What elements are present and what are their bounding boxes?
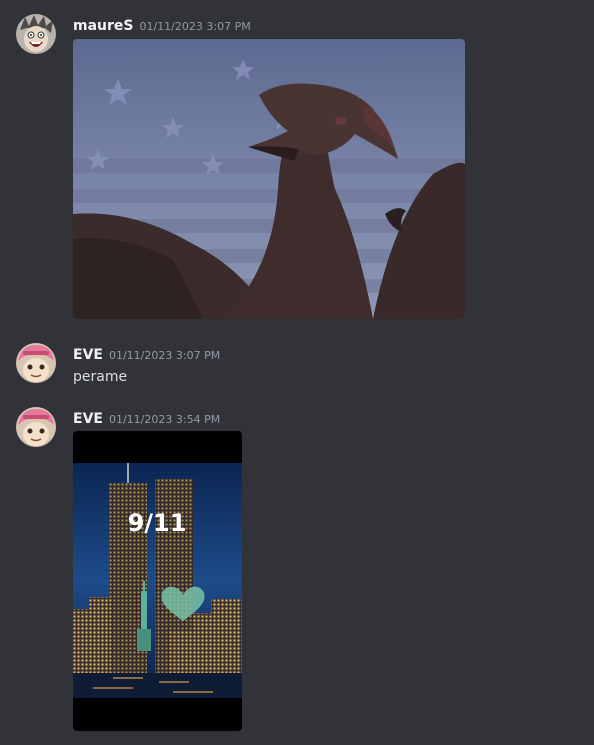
message-header: EVE 01/11/2023 3:07 PM xyxy=(73,343,220,365)
message-header: maureS 01/11/2023 3:07 PM xyxy=(73,14,251,36)
pink-hair-avatar-icon xyxy=(16,407,56,447)
pink-hair-avatar-icon xyxy=(16,343,56,383)
avatar[interactable] xyxy=(16,343,56,383)
anime-face-avatar-icon xyxy=(16,14,56,54)
message-header: EVE 01/11/2023 3:54 PM xyxy=(73,407,220,429)
timestamp: 01/11/2023 3:54 PM xyxy=(108,413,221,426)
avatar[interactable] xyxy=(16,407,56,447)
message-text: perame xyxy=(73,369,128,385)
avatar[interactable] xyxy=(16,14,56,54)
chat-message-list: maureS 01/11/2023 3:07 PM EVE 01/11/2023… xyxy=(0,0,594,745)
username[interactable]: EVE xyxy=(73,347,103,363)
username[interactable]: EVE xyxy=(73,411,103,427)
gif-attachment[interactable] xyxy=(73,39,465,319)
username[interactable]: maureS xyxy=(73,18,133,34)
kaiju-bird-gif xyxy=(73,39,465,319)
twin-towers-image: 9/11 xyxy=(73,431,242,731)
image-attachment[interactable]: 9/11 xyxy=(73,431,242,731)
timestamp: 01/11/2023 3:07 PM xyxy=(139,20,251,33)
overlay-text: 9/11 xyxy=(128,509,187,537)
timestamp: 01/11/2023 3:07 PM xyxy=(108,349,221,362)
